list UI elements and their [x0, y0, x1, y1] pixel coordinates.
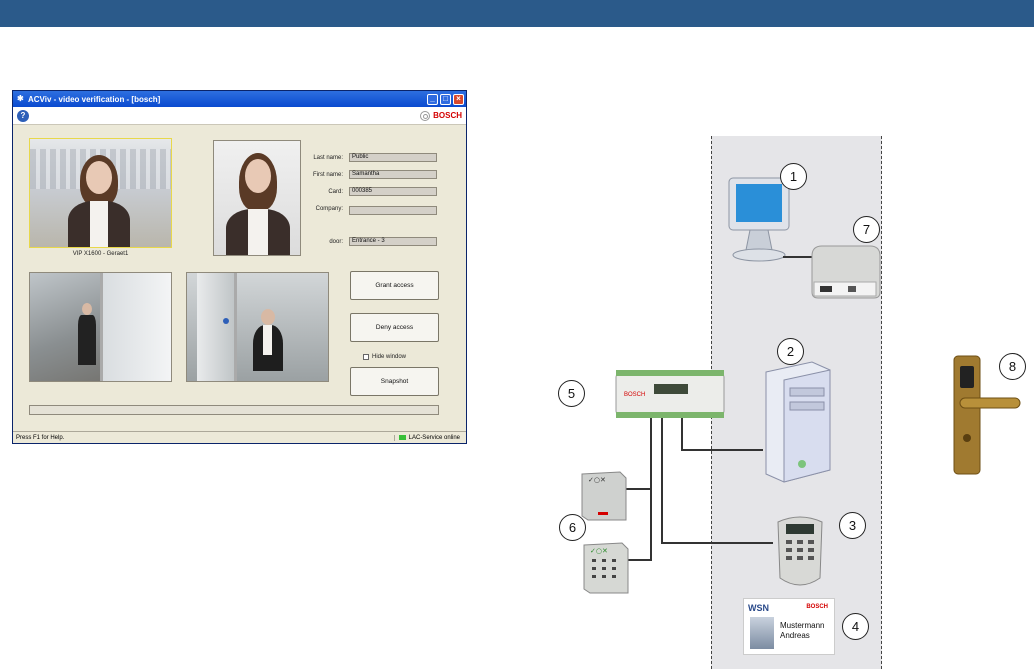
- badge-firstname: Andreas: [780, 631, 810, 640]
- id-badge-card: WSN BOSCH Mustermann Andreas: [743, 598, 835, 655]
- server-icon: [765, 361, 831, 483]
- monitor-icon: [728, 177, 790, 262]
- svg-text:✓○✕: ✓○✕: [588, 476, 606, 484]
- card-field: 000385: [349, 187, 437, 196]
- cable-controller-server-h: [681, 449, 763, 451]
- checkbox-box[interactable]: [363, 354, 369, 360]
- minimize-button[interactable]: _: [427, 93, 438, 105]
- badge-brand-text: BOSCH: [806, 604, 828, 610]
- label-1: 1: [780, 163, 807, 190]
- close-button[interactable]: ×: [453, 93, 464, 105]
- door-camera-view-1: [29, 272, 172, 382]
- grant-access-button[interactable]: Grant access: [350, 271, 439, 300]
- badge-portrait: [750, 617, 774, 649]
- status-bar: Press F1 for Help. LAC-Service online: [13, 431, 466, 443]
- company-label: Company:: [315, 206, 343, 212]
- video-verification-window: ✱ ACViv - video verification - [bosch] _…: [12, 90, 467, 444]
- toolbar: ? BOSCH: [13, 107, 466, 125]
- door-camera-view-2: [186, 272, 329, 382]
- hide-window-label: Hide window: [372, 354, 407, 360]
- top-banner: [0, 0, 1034, 27]
- svg-text:BOSCH: BOSCH: [624, 392, 645, 398]
- label-7: 7: [853, 216, 880, 243]
- window-title: ACViv - video verification - [bosch]: [28, 94, 161, 104]
- hide-window-checkbox[interactable]: Hide window: [363, 354, 406, 360]
- label-5: 5: [558, 380, 585, 407]
- pin-reader-icon: ✓○✕: [583, 542, 629, 594]
- last-name-label: Last name:: [313, 155, 343, 161]
- company-field: [349, 206, 437, 215]
- cable-keypad-v: [661, 418, 663, 543]
- brand-text: BOSCH: [433, 111, 462, 120]
- bosch-mark-icon: [420, 110, 431, 121]
- first-name-field: Samantha: [349, 170, 437, 179]
- door-field: Entrance - 3: [349, 237, 437, 246]
- svg-text:✓○✕: ✓○✕: [590, 547, 608, 555]
- snapshot-button[interactable]: Snapshot: [350, 367, 439, 396]
- cable-reader1-h: [626, 488, 652, 490]
- access-controller-icon: BOSCH: [615, 370, 725, 418]
- label-4: 4: [842, 613, 869, 640]
- label-3: 3: [839, 512, 866, 539]
- online-indicator-icon: [398, 435, 406, 440]
- bosch-logo: BOSCH: [420, 110, 462, 121]
- door-label: door:: [329, 239, 343, 245]
- service-status: LAC-Service online: [393, 434, 460, 441]
- progress-bar: [29, 405, 439, 415]
- badge-photo: [213, 140, 301, 256]
- cable-keypad-h: [661, 542, 773, 544]
- help-icon[interactable]: ?: [17, 109, 29, 122]
- keypad-terminal-icon: [777, 516, 823, 586]
- service-status-text: LAC-Service online: [408, 434, 460, 441]
- badge-wsn-text: WSN: [748, 603, 769, 613]
- status-help-text: Press F1 for Help.: [16, 434, 65, 441]
- cable-controller-server-v: [681, 418, 683, 450]
- label-8: 8: [999, 353, 1026, 380]
- live-camera-view: [29, 138, 172, 248]
- desktop-reader-icon: [811, 245, 881, 299]
- first-name-label: First name:: [312, 172, 343, 178]
- app-icon: ✱: [17, 94, 24, 103]
- maximize-button[interactable]: □: [440, 93, 451, 105]
- camera-caption: VIP X1600 - Geraet1: [72, 251, 129, 257]
- badge-surname: Mustermann: [780, 621, 825, 630]
- last-name-field: Public: [349, 153, 437, 162]
- card-label: Card:: [328, 189, 343, 195]
- label-6: 6: [559, 514, 586, 541]
- window-titlebar: ✱ ACViv - video verification - [bosch] _…: [13, 91, 466, 107]
- card-reader-icon: ✓○✕: [581, 471, 627, 521]
- label-2: 2: [777, 338, 804, 365]
- deny-access-button[interactable]: Deny access: [350, 313, 439, 342]
